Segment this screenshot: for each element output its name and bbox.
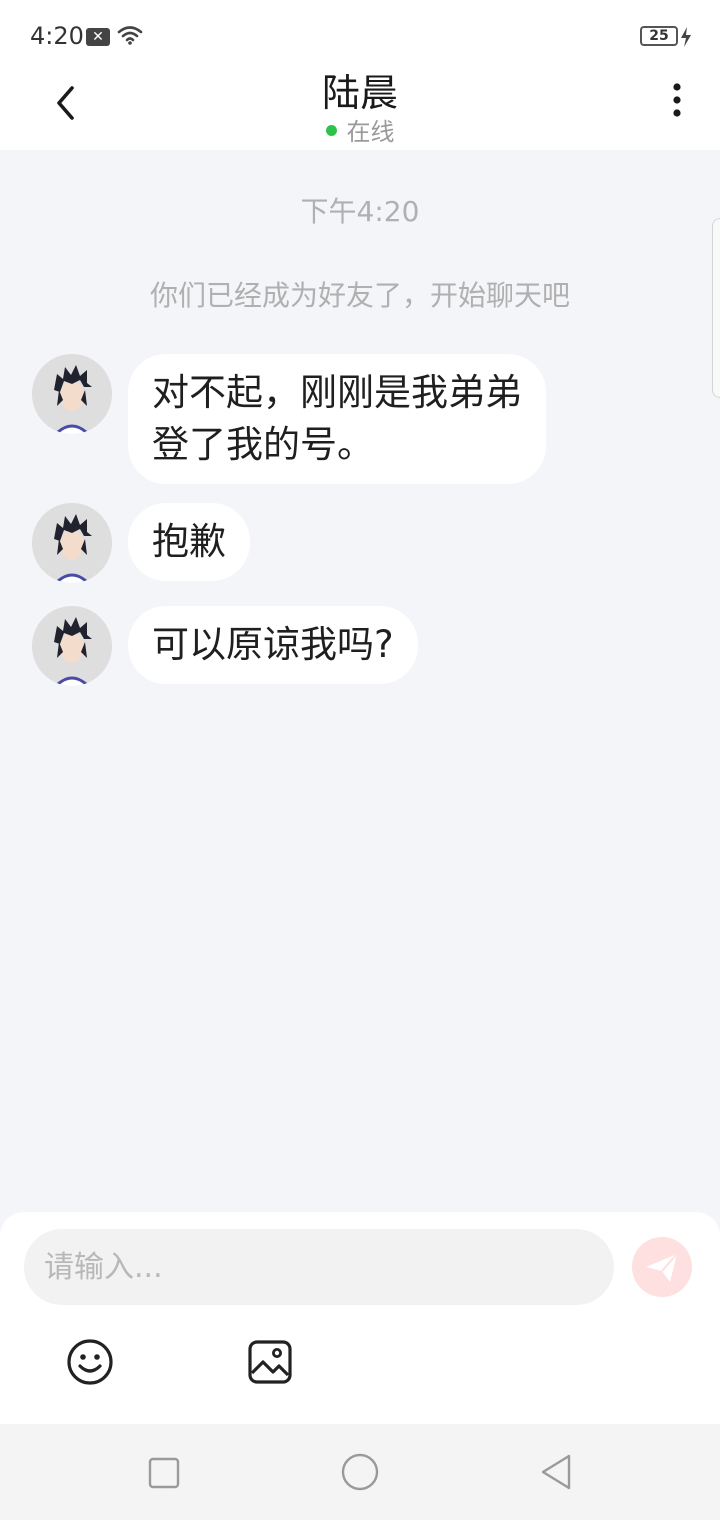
message-bubble[interactable]: 可以原谅我吗? [128, 606, 418, 684]
message-line: 对不起，刚刚是我弟弟 [152, 371, 522, 414]
message-input[interactable] [24, 1229, 614, 1305]
status-time: 4:20 [30, 22, 84, 50]
home-icon[interactable] [341, 1453, 379, 1491]
emoji-icon [67, 1339, 113, 1385]
emoji-button[interactable] [66, 1338, 114, 1386]
wifi-icon [117, 24, 143, 50]
chat-timestamp: 下午4:20 [300, 195, 420, 228]
chat-header: 陆晨 在线 [0, 70, 720, 150]
message-bubble[interactable]: 抱歉 [128, 503, 250, 581]
message-bubble[interactable]: 对不起，刚刚是我弟弟 登了我的号。 [128, 354, 546, 484]
message-line: 登了我的号。 [152, 423, 374, 466]
more-options-button[interactable] [660, 80, 694, 124]
chat-message-list[interactable]: 下午4:20 你们已经成为好友了，开始聊天吧 对不起，刚刚是我弟弟 登了我的号。 [0, 150, 720, 1212]
back-triangle-icon[interactable] [538, 1453, 574, 1491]
notification-x-icon: ✕ [86, 28, 110, 46]
image-button[interactable] [246, 1338, 294, 1386]
online-dot-icon [325, 124, 337, 136]
more-vertical-icon [673, 83, 681, 117]
contact-avatar[interactable] [32, 503, 112, 583]
image-icon [248, 1340, 292, 1384]
message-line: 抱歉 [152, 520, 226, 563]
online-status-label: 在线 [346, 118, 395, 146]
send-button[interactable] [632, 1237, 692, 1297]
contact-avatar[interactable] [32, 606, 112, 686]
system-tip: 你们已经成为好友了，开始聊天吧 [149, 279, 570, 312]
message-line: 可以原谅我吗? [152, 623, 394, 666]
status-bar: 4:20 ✕ 25 [0, 0, 720, 70]
contact-avatar[interactable] [32, 354, 112, 434]
recent-apps-icon[interactable] [148, 1457, 180, 1489]
online-status: 在线 [0, 112, 720, 147]
contact-name: 陆晨 [321, 71, 398, 115]
charging-bolt-icon [680, 27, 692, 51]
battery-icon: 25 [640, 26, 678, 46]
send-paper-plane-icon [646, 1253, 678, 1282]
system-nav-bar [0, 1424, 720, 1520]
composer-panel [0, 1212, 720, 1424]
